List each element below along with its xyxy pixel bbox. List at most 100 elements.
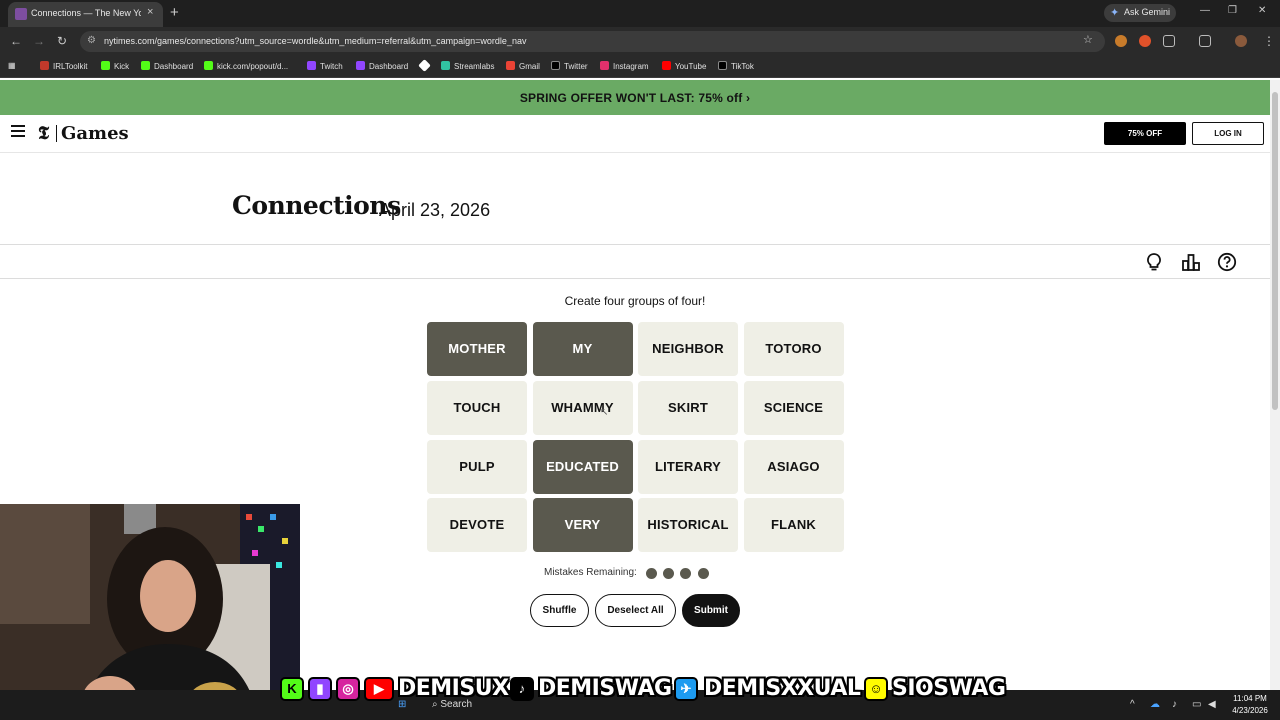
menu-kebab-icon[interactable]: ⋮	[1263, 34, 1275, 48]
word-card-very[interactable]: VERY	[532, 498, 633, 553]
site-header: 𝕿 Games 75% OFF LOG IN	[0, 115, 1270, 153]
twitch-logo-icon: ▮	[308, 677, 332, 701]
overlay-handle-demisux: DEMISUX	[398, 676, 509, 701]
clock-time: 11:04 PM	[1233, 694, 1267, 703]
streamlabs-icon	[441, 61, 450, 70]
deselect-all-button[interactable]: Deselect All	[595, 594, 676, 627]
bookmark-star-icon[interactable]: ☆	[1083, 33, 1093, 46]
twitter-bird-logo-icon: ✈	[674, 677, 698, 701]
help-question-icon[interactable]	[1217, 252, 1237, 272]
hamburger-menu-icon[interactable]	[11, 125, 25, 137]
promo-banner[interactable]: SPRING OFFER WON'T LAST: 75% off ›	[0, 80, 1270, 115]
extension-icon[interactable]	[1115, 35, 1127, 47]
instagram-logo-icon: ◎	[336, 677, 360, 701]
bookmark-kick[interactable]: Kick	[101, 61, 129, 71]
hint-lightbulb-icon[interactable]	[1144, 252, 1164, 272]
address-bar[interactable]: ⚙ nytimes.com/games/connections?utm_sour…	[80, 31, 1105, 52]
bookmark-kick-popout[interactable]: kick.com/popout/d...	[204, 61, 288, 71]
tray-chevron-up-icon[interactable]: ^	[1130, 699, 1135, 710]
close-tab-icon[interactable]: ×	[147, 6, 153, 18]
webcam-overlay	[0, 504, 300, 720]
bookmark-gmail[interactable]: Gmail	[506, 61, 540, 71]
bookmark-streamlabs[interactable]: Streamlabs	[441, 61, 494, 71]
diamond-icon	[418, 59, 431, 72]
close-window-icon[interactable]: ✕	[1258, 5, 1266, 16]
twitch-icon	[356, 61, 365, 70]
word-card-my[interactable]: MY	[532, 322, 633, 376]
word-card-skirt[interactable]: SKIRT	[638, 380, 738, 435]
browser-tab-bar: Connections — The New York Times × + ✦ A…	[0, 0, 1280, 27]
webcam-feed-image	[0, 504, 300, 720]
subscribe-offer-button[interactable]: 75% OFF	[1104, 122, 1186, 145]
tray-display-icon[interactable]: ▭	[1192, 699, 1201, 710]
overlay-handle-demisxxual: DEMISXXUAL	[704, 676, 861, 701]
apps-grid-icon[interactable]: ▦	[8, 61, 16, 70]
submit-button[interactable]: Submit	[682, 594, 740, 627]
logo-divider	[56, 125, 57, 142]
bookmark-youtube[interactable]: YouTube	[662, 61, 706, 71]
mouse-cursor-icon: ↖	[600, 407, 609, 418]
tray-volume-icon[interactable]: ◀	[1208, 699, 1216, 710]
word-card-educated[interactable]: EDUCATED	[532, 439, 633, 494]
browser-tab[interactable]: Connections — The New York Times ×	[8, 2, 163, 27]
new-tab-button[interactable]: +	[170, 4, 179, 21]
taskbar-clock[interactable]: 11:04 PM 4/23/2026	[1226, 693, 1274, 717]
url-text: nytimes.com/games/connections?utm_source…	[104, 36, 527, 46]
sidebar-icon[interactable]	[1199, 35, 1211, 47]
irltoolkit-icon	[40, 61, 49, 70]
word-card-asiago[interactable]: ASIAGO	[743, 439, 844, 494]
word-card-neighbor[interactable]: NEIGHBOR	[638, 322, 738, 376]
bookmark-irltoolkit[interactable]: IRLToolkit	[40, 61, 88, 71]
tiktok-logo-icon: ♪	[510, 677, 534, 701]
shuffle-button[interactable]: Shuffle	[530, 594, 589, 627]
bookmark-twitter[interactable]: Twitter	[551, 61, 588, 71]
word-card-literary[interactable]: LITERARY	[638, 439, 738, 494]
bookmark-twitch[interactable]: Twitch	[307, 61, 343, 71]
word-card-totoro[interactable]: TOTORO	[743, 322, 844, 376]
extensions-puzzle-icon[interactable]	[1163, 35, 1175, 47]
login-button[interactable]: LOG IN	[1192, 122, 1264, 145]
bookmark-twitch-dashboard[interactable]: Dashboard	[356, 61, 408, 71]
bookmark-dashboard[interactable]: Dashboard	[141, 61, 193, 71]
word-card-mother[interactable]: MOTHER	[427, 322, 527, 376]
extension-icon[interactable]	[1139, 35, 1151, 47]
overlay-handle-sioswag: SIOSWAG	[892, 676, 1006, 701]
bookmark-instagram[interactable]: Instagram	[600, 61, 649, 71]
bookmark-diamond[interactable]	[418, 59, 433, 72]
games-logo[interactable]: Games	[61, 123, 129, 144]
reload-icon[interactable]: ↻	[57, 34, 67, 48]
site-info-icon[interactable]: ⚙	[87, 35, 96, 46]
tray-microphone-icon[interactable]: ♪	[1172, 699, 1177, 710]
tray-cloud-icon[interactable]: ☁	[1150, 699, 1160, 710]
word-card-historical[interactable]: HISTORICAL	[638, 498, 738, 553]
bookmark-tiktok[interactable]: TikTok	[718, 61, 754, 71]
kick-icon	[141, 61, 150, 70]
word-card-science[interactable]: SCIENCE	[743, 380, 844, 435]
stats-chart-icon[interactable]	[1181, 252, 1201, 272]
word-card-whammy[interactable]: WHAMMY	[532, 380, 633, 435]
maximize-icon[interactable]: ❐	[1228, 5, 1237, 16]
ask-gemini-button[interactable]: ✦ Ask Gemini	[1104, 4, 1176, 22]
mistake-dot	[646, 568, 657, 579]
word-card-pulp[interactable]: PULP	[427, 439, 527, 494]
word-card-touch[interactable]: TOUCH	[427, 380, 527, 435]
youtube-icon	[662, 61, 671, 70]
mistake-dot	[698, 568, 709, 579]
profile-avatar-icon[interactable]	[1235, 35, 1247, 47]
page-scrollbar[interactable]	[1270, 80, 1280, 690]
browser-toolbar: ← → ↻ ⚙ nytimes.com/games/connections?ut…	[0, 27, 1280, 56]
nyt-games-favicon-icon	[15, 8, 27, 20]
scrollbar-thumb[interactable]	[1272, 92, 1278, 410]
ask-gemini-label: Ask Gemini	[1124, 7, 1171, 17]
mistakes-label: Mistakes Remaining:	[544, 567, 637, 578]
nyt-t-logo[interactable]: 𝕿	[38, 123, 49, 144]
back-icon[interactable]: ←	[10, 34, 22, 48]
minimize-icon[interactable]: —	[1200, 5, 1210, 16]
mistake-dot	[663, 568, 674, 579]
word-card-flank[interactable]: FLANK	[743, 498, 844, 553]
word-card-devote[interactable]: DEVOTE	[427, 498, 527, 553]
forward-icon[interactable]: →	[33, 34, 45, 48]
instagram-icon	[600, 61, 609, 70]
kick-icon	[204, 61, 213, 70]
puzzle-date: April 23, 2026	[379, 200, 491, 220]
